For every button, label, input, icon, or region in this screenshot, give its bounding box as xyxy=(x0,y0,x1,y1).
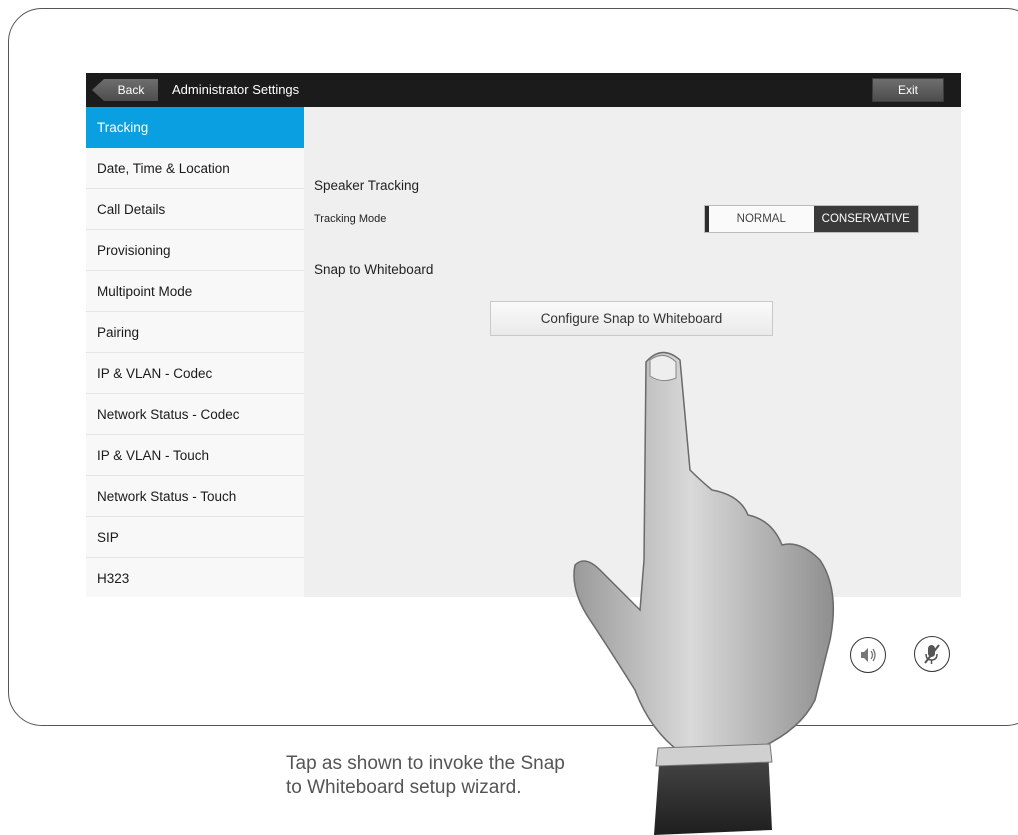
instruction-caption: Tap as shown to invoke the Snap to White… xyxy=(286,752,565,800)
caption-line-2: to Whiteboard setup wizard. xyxy=(286,777,522,798)
pointing-hand-illustration xyxy=(573,351,835,835)
caption-line-1: Tap as shown to invoke the Snap xyxy=(286,753,565,774)
